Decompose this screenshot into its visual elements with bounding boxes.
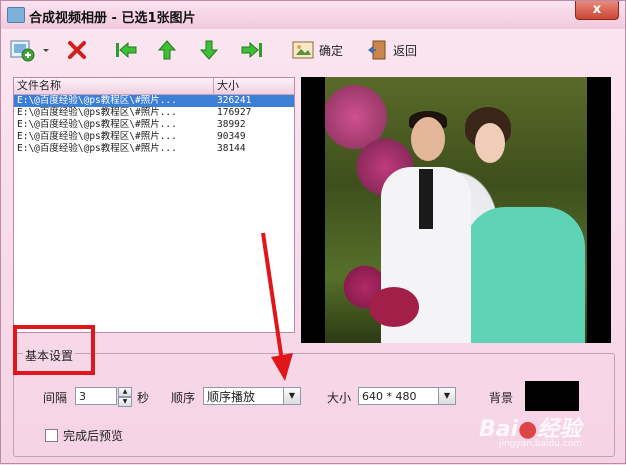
order-select-value: 顺序播放 — [207, 390, 256, 404]
watermark-url: jingyan.baidu.com — [499, 439, 583, 449]
file-name-cell: E:\@百度经验\@ps教程区\#照片... — [17, 95, 177, 106]
move-first-icon — [116, 41, 137, 59]
column-header-size[interactable]: 大小 — [214, 78, 239, 94]
order-label: 顺序 — [171, 391, 196, 405]
move-up-button[interactable] — [155, 37, 179, 63]
add-menu-dropdown[interactable] — [41, 37, 51, 63]
order-select[interactable]: 顺序播放 ▼ — [203, 387, 301, 405]
move-last-button[interactable] — [239, 37, 265, 63]
file-name-cell: E:\@百度经验\@ps教程区\#照片... — [17, 107, 177, 118]
toolbar: 确定 返回 — [1, 31, 625, 69]
preview-after-label[interactable]: 完成后预览 — [63, 427, 123, 444]
file-list[interactable]: 文件名称 大小 E:\@百度经验\@ps教程区\#照片... 326241 E:\@… — [13, 77, 295, 333]
file-row[interactable]: E:\@百度经验\@ps教程区\#照片... 38144 — [14, 143, 294, 155]
chevron-down-icon[interactable]: ▼ — [438, 388, 455, 404]
annotation-highlight-box — [13, 325, 95, 375]
app-icon — [7, 7, 25, 23]
file-size-cell: 176927 — [217, 107, 252, 118]
confirm-icon — [292, 41, 314, 59]
image-preview — [301, 77, 611, 343]
move-first-button[interactable] — [113, 37, 139, 63]
confirm-button[interactable]: 确定 — [291, 37, 343, 63]
preview-after-checkbox[interactable] — [45, 429, 58, 442]
back-icon — [368, 40, 386, 60]
spin-down-icon[interactable]: ▼ — [118, 397, 132, 407]
dropdown-arrow-icon — [43, 49, 49, 52]
file-size-cell: 38992 — [217, 119, 246, 130]
file-row[interactable]: E:\@百度经验\@ps教程区\#照片... 38992 — [14, 119, 294, 131]
file-name-cell: E:\@百度经验\@ps教程区\#照片... — [17, 131, 177, 142]
close-button[interactable]: x — [575, 1, 619, 20]
title-bar[interactable]: 合成视频相册 - 已选1张图片 x — [1, 1, 625, 29]
spin-up-icon[interactable]: ▲ — [118, 387, 132, 397]
file-list-rows: E:\@百度经验\@ps教程区\#照片... 326241 E:\@百度经验\@ps… — [14, 95, 294, 155]
chevron-down-icon[interactable]: ▼ — [283, 388, 300, 404]
delete-icon — [68, 41, 86, 59]
file-name-cell: E:\@百度经验\@ps教程区\#照片... — [17, 119, 177, 130]
size-label: 大小 — [327, 391, 352, 405]
interval-label: 间隔 — [43, 391, 68, 405]
file-list-header: 文件名称 大小 — [14, 78, 294, 95]
interval-unit: 秒 — [137, 391, 150, 405]
add-image-icon — [10, 40, 35, 62]
interval-spinner[interactable]: ▲ ▼ — [118, 387, 132, 407]
file-row[interactable]: E:\@百度经验\@ps教程区\#照片... 326241 — [14, 95, 294, 107]
file-size-cell: 326241 — [217, 95, 252, 106]
file-size-cell: 90349 — [217, 131, 246, 142]
interval-input[interactable]: 3 — [75, 387, 117, 405]
window-title: 合成视频相册 - 已选1张图片 — [29, 11, 196, 26]
size-select-value: 640 * 480 — [362, 390, 417, 403]
move-down-button[interactable] — [197, 37, 221, 63]
background-label: 背景 — [489, 391, 514, 405]
file-name-cell: E:\@百度经验\@ps教程区\#照片... — [17, 143, 177, 154]
move-down-icon — [199, 40, 219, 60]
back-label: 返回 — [393, 43, 418, 58]
size-select[interactable]: 640 * 480 ▼ — [358, 387, 456, 405]
file-row[interactable]: E:\@百度经验\@ps教程区\#照片... 176927 — [14, 107, 294, 119]
app-window: 合成视频相册 - 已选1张图片 x 确定 返回 文件名称 大小 E:\@百度经验… — [0, 0, 626, 464]
back-button[interactable]: 返回 — [365, 37, 417, 63]
add-image-button[interactable] — [9, 37, 35, 63]
move-up-icon — [157, 40, 177, 60]
file-size-cell: 38144 — [217, 143, 246, 154]
preview-photo — [325, 77, 587, 343]
column-header-name[interactable]: 文件名称 — [14, 78, 214, 94]
file-row[interactable]: E:\@百度经验\@ps教程区\#照片... 90349 — [14, 131, 294, 143]
confirm-label: 确定 — [319, 43, 344, 58]
delete-button[interactable] — [65, 37, 89, 63]
background-color-swatch[interactable] — [525, 381, 579, 411]
move-last-icon — [241, 41, 262, 59]
